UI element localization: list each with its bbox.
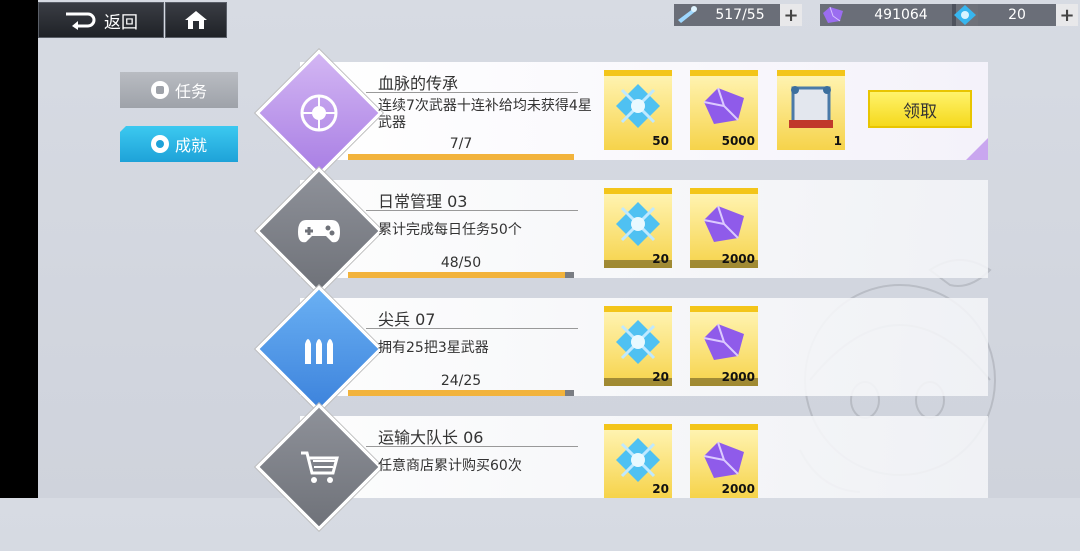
title-divider xyxy=(366,328,578,329)
reward-qty: 20 xyxy=(652,370,669,384)
reward-qty: 2000 xyxy=(721,482,755,496)
achievement-desc: 连续7次武器十连补给均未获得4星武器 xyxy=(378,98,592,131)
reward-item[interactable]: 2000 xyxy=(690,306,758,386)
cross-badge-icon xyxy=(300,94,338,132)
reward-qty: 5000 xyxy=(721,134,755,148)
progress-bar xyxy=(348,154,574,160)
purple-gem-icon xyxy=(703,441,744,478)
reward-item[interactable]: 50 xyxy=(604,70,672,150)
progress-text: 7/7 xyxy=(449,136,473,152)
reward-qty: 1 xyxy=(833,134,842,148)
tab-task-label: 任务 xyxy=(174,82,207,101)
title-divider xyxy=(366,446,578,447)
purple-gem-icon xyxy=(703,205,744,242)
back-button[interactable]: 返回 xyxy=(38,2,164,38)
achievement-title: 尖兵 07 xyxy=(378,310,436,329)
blue-core-icon xyxy=(616,320,660,364)
reward-item[interactable]: 20 xyxy=(604,188,672,268)
blue-core-icon xyxy=(616,84,660,128)
reward-item[interactable]: 2000 xyxy=(690,424,758,498)
achievement-title: 日常管理 03 xyxy=(378,192,468,211)
blue-core-icon xyxy=(616,438,660,482)
reward-qty: 2000 xyxy=(721,370,755,384)
resource-stamina: 517/55 + xyxy=(674,4,802,26)
reward-qty: 20 xyxy=(652,252,669,266)
achievement-title: 运输大队长 06 xyxy=(378,428,484,447)
tab-achievement[interactable]: 成就 xyxy=(120,126,238,162)
achievement-desc: 累计完成每日任务50个 xyxy=(378,222,522,238)
frame-icon xyxy=(789,86,833,128)
progress-bar xyxy=(348,272,574,278)
achievement-title: 血脉的传承 xyxy=(378,74,459,93)
reward-item[interactable]: 1 xyxy=(777,70,845,150)
reward-item[interactable]: 5000 xyxy=(690,70,758,150)
reward-item[interactable]: 2000 xyxy=(690,188,758,268)
blue-core-icon xyxy=(616,202,660,246)
top-bar: 返回 517/55 + 491064 + 20 + xyxy=(38,0,1080,38)
reward-qty: 20 xyxy=(652,482,669,496)
stamina-value: 517/55 xyxy=(715,7,765,23)
gems-value: 491064 xyxy=(874,7,928,23)
left-black-border xyxy=(0,0,38,498)
achievement-desc: 任意商店累计购买60次 xyxy=(378,458,522,474)
reward-qty: 2000 xyxy=(721,252,755,266)
achievement-icon xyxy=(150,135,169,153)
crystal-wand-icon xyxy=(678,6,697,23)
home-button[interactable] xyxy=(165,2,227,38)
resource-cores: 20 + xyxy=(952,4,1078,26)
add-stamina-button[interactable]: + xyxy=(780,4,802,26)
gamepad-icon xyxy=(298,220,340,243)
achievement-desc: 拥有25把3星武器 xyxy=(378,340,489,356)
add-cores-button[interactable]: + xyxy=(1056,4,1078,26)
purple-gem-icon xyxy=(703,87,744,124)
progress-bar xyxy=(348,390,574,396)
tab-achievement-label: 成就 xyxy=(174,136,207,155)
back-label: 返回 xyxy=(104,12,138,33)
cart-icon xyxy=(301,451,339,483)
progress-fill xyxy=(348,390,565,396)
progress-text: 24/25 xyxy=(440,373,482,389)
row-corner xyxy=(966,138,988,160)
reward-qty: 50 xyxy=(652,134,669,148)
bullets-icon xyxy=(305,339,333,364)
reward-item[interactable]: 20 xyxy=(604,424,672,498)
purple-gem-icon xyxy=(823,6,843,23)
progress-text: 48/50 xyxy=(440,255,482,271)
claim-button[interactable]: 领取 xyxy=(868,90,972,128)
progress-fill xyxy=(348,272,565,278)
home-icon xyxy=(185,11,207,29)
back-arrow-icon xyxy=(66,12,96,30)
cores-value: 20 xyxy=(1008,7,1026,23)
purple-gem-icon xyxy=(703,323,744,360)
claim-label: 领取 xyxy=(903,101,937,122)
progress-fill xyxy=(348,154,574,160)
tab-task[interactable]: 任务 xyxy=(120,72,238,108)
task-icon xyxy=(150,81,169,99)
title-divider xyxy=(366,210,578,211)
reward-item[interactable]: 20 xyxy=(604,306,672,386)
blue-core-icon xyxy=(954,5,976,25)
title-divider xyxy=(366,92,578,93)
